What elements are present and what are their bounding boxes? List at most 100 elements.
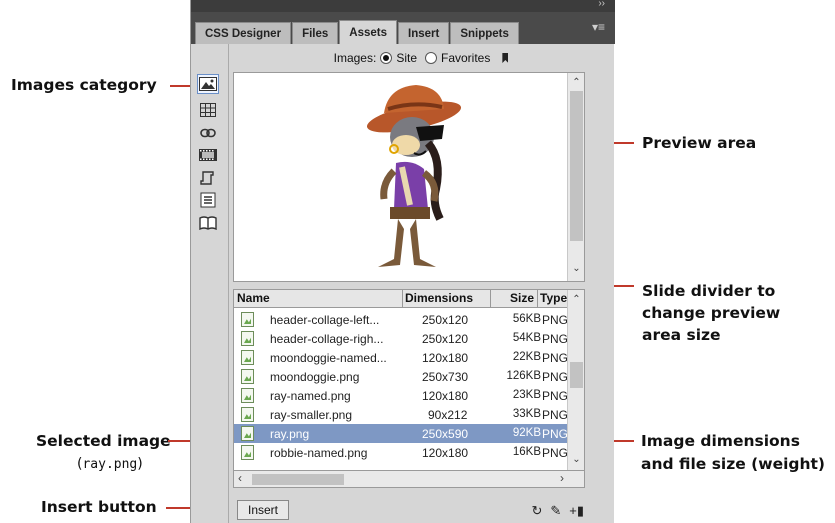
file-size: 23KB: [512, 389, 541, 401]
callout-images-category: Images category: [11, 76, 157, 94]
scroll-thumb[interactable]: [570, 362, 583, 388]
column-divider[interactable]: [537, 290, 538, 308]
table-row[interactable]: robbie-named.png 120x180 16KB PNG ...: [234, 443, 584, 462]
png-file-icon: [241, 426, 254, 441]
png-file-icon: [241, 312, 254, 327]
site-radio[interactable]: [380, 52, 393, 64]
file-dimensions: 120x180: [422, 389, 469, 403]
panel-menu-icon[interactable]: ▾≡: [592, 20, 605, 34]
png-file-icon: [241, 350, 254, 365]
column-divider[interactable]: [490, 290, 491, 308]
scroll-up-icon[interactable]: ⌃: [570, 294, 583, 305]
file-name: ray-named.png: [270, 389, 351, 403]
scroll-thumb[interactable]: [570, 91, 583, 241]
table-row[interactable]: header-collage-left... 250x120 56KB PNG …: [234, 310, 584, 329]
assets-list: Name Dimensions Size Type header-collage…: [233, 289, 585, 471]
callout-insert-button: Insert button: [41, 498, 157, 516]
file-dimensions: 250x120: [422, 313, 469, 327]
images-category-icon[interactable]: [197, 74, 219, 94]
file-name: moondoggie-named...: [270, 351, 387, 365]
hscroll-thumb[interactable]: [252, 474, 344, 485]
scroll-down-icon[interactable]: ⌄: [570, 263, 583, 274]
scripts-category-icon[interactable]: [197, 168, 219, 188]
file-dimensions: 120x180: [422, 351, 469, 365]
add-to-favorites-icon[interactable]: +▮: [569, 503, 584, 519]
png-file-icon: [241, 407, 254, 422]
panel-topbar: ››: [191, 0, 615, 12]
scroll-up-icon[interactable]: ⌃: [570, 77, 583, 88]
png-file-icon: [241, 445, 254, 460]
scroll-right-icon[interactable]: ›: [560, 471, 564, 485]
file-name: header-collage-left...: [270, 313, 380, 327]
category-sidebar: [191, 44, 229, 523]
scroll-down-icon[interactable]: ⌄: [570, 454, 583, 465]
urls-category-icon[interactable]: [197, 123, 219, 143]
file-dimensions: 120x180: [422, 446, 469, 460]
templates-category-icon[interactable]: [197, 190, 219, 210]
callout-slide-divider-2: change preview: [642, 304, 781, 322]
file-size: 56KB: [512, 313, 541, 325]
filter-label: Images:: [333, 51, 377, 65]
preview-scrollbar[interactable]: ⌃ ⌄: [567, 73, 584, 281]
list-scrollbar[interactable]: ⌃ ⌄: [567, 290, 584, 470]
favorites-radio[interactable]: [425, 52, 437, 64]
file-name: robbie-named.png: [270, 446, 368, 460]
table-row-selected[interactable]: ray.png 250x590 92KB PNG ...: [234, 424, 584, 443]
tab-css-designer[interactable]: CSS Designer: [195, 22, 292, 44]
table-row[interactable]: moondoggie-named... 120x180 22KB PNG ...: [234, 348, 584, 367]
callout-selected-image-sub: (ray.png): [77, 456, 143, 472]
file-name: header-collage-righ...: [270, 332, 384, 346]
callout-image-dims-2: and file size (weight): [641, 455, 826, 473]
table-row[interactable]: ray-smaller.png 90x212 33KB PNG ...: [234, 405, 584, 424]
file-dimensions: 90x212: [428, 408, 468, 422]
col-dimensions-header[interactable]: Dimensions: [405, 291, 473, 305]
library-category-icon[interactable]: [197, 213, 219, 233]
tab-assets[interactable]: Assets: [339, 20, 397, 44]
table-row[interactable]: ray-named.png 120x180 23KB PNG ...: [234, 386, 584, 405]
file-size: 16KB: [512, 446, 541, 458]
ray-preview-image: [366, 85, 462, 267]
images-filter: Images: Site Favorites: [231, 48, 611, 68]
png-file-icon: [241, 388, 254, 403]
tab-files[interactable]: Files: [292, 22, 339, 44]
col-name-header[interactable]: Name: [237, 291, 270, 305]
callout-slide-divider-3: area size: [642, 326, 721, 344]
scroll-left-icon[interactable]: ‹: [238, 471, 242, 485]
preview-area: ⌃ ⌄: [233, 72, 585, 282]
png-file-icon: [241, 369, 254, 384]
list-header: Name Dimensions Size Type: [234, 290, 584, 308]
file-name: ray.png: [270, 427, 310, 441]
panel-tabs: CSS Designer Files Assets Insert Snippet…: [191, 12, 615, 44]
edit-icon[interactable]: ✎: [550, 503, 561, 519]
colors-category-icon[interactable]: [197, 100, 219, 120]
file-name: ray-smaller.png: [270, 408, 353, 422]
assets-panel: ›› CSS Designer Files Assets Insert Snip…: [190, 0, 615, 523]
col-size-header[interactable]: Size: [510, 291, 534, 305]
callout-preview-area: Preview area: [642, 134, 757, 152]
file-size: 54KB: [512, 332, 541, 344]
table-row[interactable]: header-collage-righ... 250x120 54KB PNG …: [234, 329, 584, 348]
column-divider[interactable]: [402, 290, 403, 308]
favorites-label[interactable]: Favorites: [441, 51, 490, 65]
file-dimensions: 250x730: [422, 370, 469, 384]
file-size: 22KB: [512, 351, 541, 363]
bottom-toolbar: ↻ ✎ +▮: [531, 503, 584, 519]
callout-image-dims-1: Image dimensions: [641, 432, 800, 450]
list-hscrollbar[interactable]: ‹ ›: [233, 471, 585, 488]
callout-slide-divider-1: Slide divider to: [642, 282, 776, 300]
media-category-icon[interactable]: [197, 145, 219, 165]
file-name: moondoggie.png: [270, 370, 360, 384]
col-type-header[interactable]: Type: [540, 291, 567, 305]
insert-button[interactable]: Insert: [237, 500, 289, 520]
file-dimensions: 250x590: [422, 427, 469, 441]
png-file-icon: [241, 331, 254, 346]
callout-selected-image: Selected image: [36, 432, 171, 450]
file-size: 33KB: [512, 408, 541, 420]
refresh-icon[interactable]: ↻: [531, 503, 542, 519]
bookmark-icon[interactable]: [502, 53, 509, 63]
table-row[interactable]: moondoggie.png 250x730 126KB PNG ...: [234, 367, 584, 386]
tab-insert[interactable]: Insert: [398, 22, 450, 44]
collapse-icon[interactable]: ››: [598, 0, 605, 9]
site-label[interactable]: Site: [396, 51, 417, 65]
tab-snippets[interactable]: Snippets: [450, 22, 519, 44]
